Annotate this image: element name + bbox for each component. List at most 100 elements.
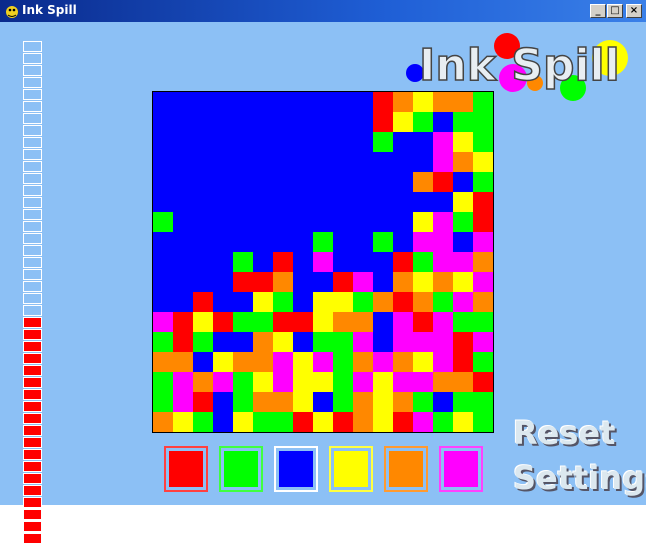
board-cell [253, 212, 273, 232]
reset-button[interactable]: Reset [513, 414, 615, 452]
board-cell [293, 292, 313, 312]
board-cell [453, 152, 473, 172]
board-cell [453, 272, 473, 292]
board-cell [213, 232, 233, 252]
board-cell [353, 152, 373, 172]
board-cell [273, 212, 293, 232]
board-cell [273, 192, 293, 212]
board-cell [413, 312, 433, 332]
color-button-green[interactable] [219, 446, 263, 492]
color-button-blue[interactable] [274, 446, 318, 492]
board-cell [433, 372, 453, 392]
board-cell [173, 172, 193, 192]
board-cell [313, 152, 333, 172]
maximize-button[interactable]: □ [607, 4, 623, 18]
board-cell [473, 112, 493, 132]
board-cell [313, 272, 333, 292]
board-cell [453, 132, 473, 152]
board-cell [193, 252, 213, 272]
meter-cell-empty [23, 257, 42, 268]
board-cell [433, 252, 453, 272]
board-cell [473, 332, 493, 352]
board-cell [173, 312, 193, 332]
board-cell [413, 412, 433, 432]
board-cell [413, 272, 433, 292]
game-board[interactable] [152, 91, 494, 433]
board-cell [473, 192, 493, 212]
board-cell [373, 152, 393, 172]
board-cell [373, 332, 393, 352]
board-cell [473, 412, 493, 432]
board-cell [413, 392, 433, 412]
board-cell [273, 292, 293, 312]
board-cell [373, 172, 393, 192]
board-cell [353, 272, 373, 292]
board-cell [453, 212, 473, 232]
board-cell [153, 272, 173, 292]
board-cell [433, 292, 453, 312]
board-cell [373, 412, 393, 432]
board-cell [173, 292, 193, 312]
board-cell [293, 92, 313, 112]
board-cell [213, 272, 233, 292]
board-cell [193, 92, 213, 112]
title-bar[interactable]: Ink Spill _ □ × [0, 0, 646, 22]
color-button-orange[interactable] [384, 446, 428, 492]
meter-cell-empty [23, 245, 42, 256]
meter-cell-empty [23, 89, 42, 100]
board-cell [333, 172, 353, 192]
board-cell [173, 192, 193, 212]
board-cell [213, 152, 233, 172]
meter-cell-empty [23, 269, 42, 280]
board-cell [433, 332, 453, 352]
color-swatch-red [169, 451, 203, 487]
board-cell [433, 192, 453, 212]
board-cell [233, 352, 253, 372]
board-cell [153, 92, 173, 112]
board-cell [433, 272, 453, 292]
board-cell [393, 412, 413, 432]
board-cell [413, 252, 433, 272]
board-cell [273, 272, 293, 292]
board-cell [433, 172, 453, 192]
meter-cell-filled [23, 353, 42, 364]
board-cell [213, 92, 233, 112]
settings-button[interactable]: Settings [513, 459, 646, 497]
close-button[interactable]: × [626, 4, 642, 18]
board-cell [173, 212, 193, 232]
board-cell [213, 372, 233, 392]
board-cell [273, 132, 293, 152]
board-cell [273, 392, 293, 412]
board-cell [273, 112, 293, 132]
board-cell [153, 332, 173, 352]
board-cell [253, 292, 273, 312]
board-cell [413, 232, 433, 252]
board-cell [193, 212, 213, 232]
board-cell [173, 372, 193, 392]
board-cell [453, 172, 473, 192]
board-cell [233, 212, 253, 232]
board-cell [153, 352, 173, 372]
board-cell [213, 332, 233, 352]
color-button-purple[interactable] [439, 446, 483, 492]
board-cell [233, 232, 253, 252]
meter-cell-filled [23, 377, 42, 388]
minimize-button[interactable]: _ [590, 4, 606, 18]
board-cell [453, 112, 473, 132]
board-cell [413, 172, 433, 192]
board-cell [413, 112, 433, 132]
meter-cell-empty [23, 209, 42, 220]
board-cell [353, 252, 373, 272]
board-cell [253, 332, 273, 352]
board-cell [213, 412, 233, 432]
board-cell [253, 372, 273, 392]
board-cell [453, 412, 473, 432]
meter-cell-filled [23, 413, 42, 424]
color-button-yellow[interactable] [329, 446, 373, 492]
window-title: Ink Spill [22, 3, 77, 17]
board-cell [293, 152, 313, 172]
board-cell [173, 252, 193, 272]
color-button-red[interactable] [164, 446, 208, 492]
board-cell [333, 212, 353, 232]
board-cell [413, 192, 433, 212]
